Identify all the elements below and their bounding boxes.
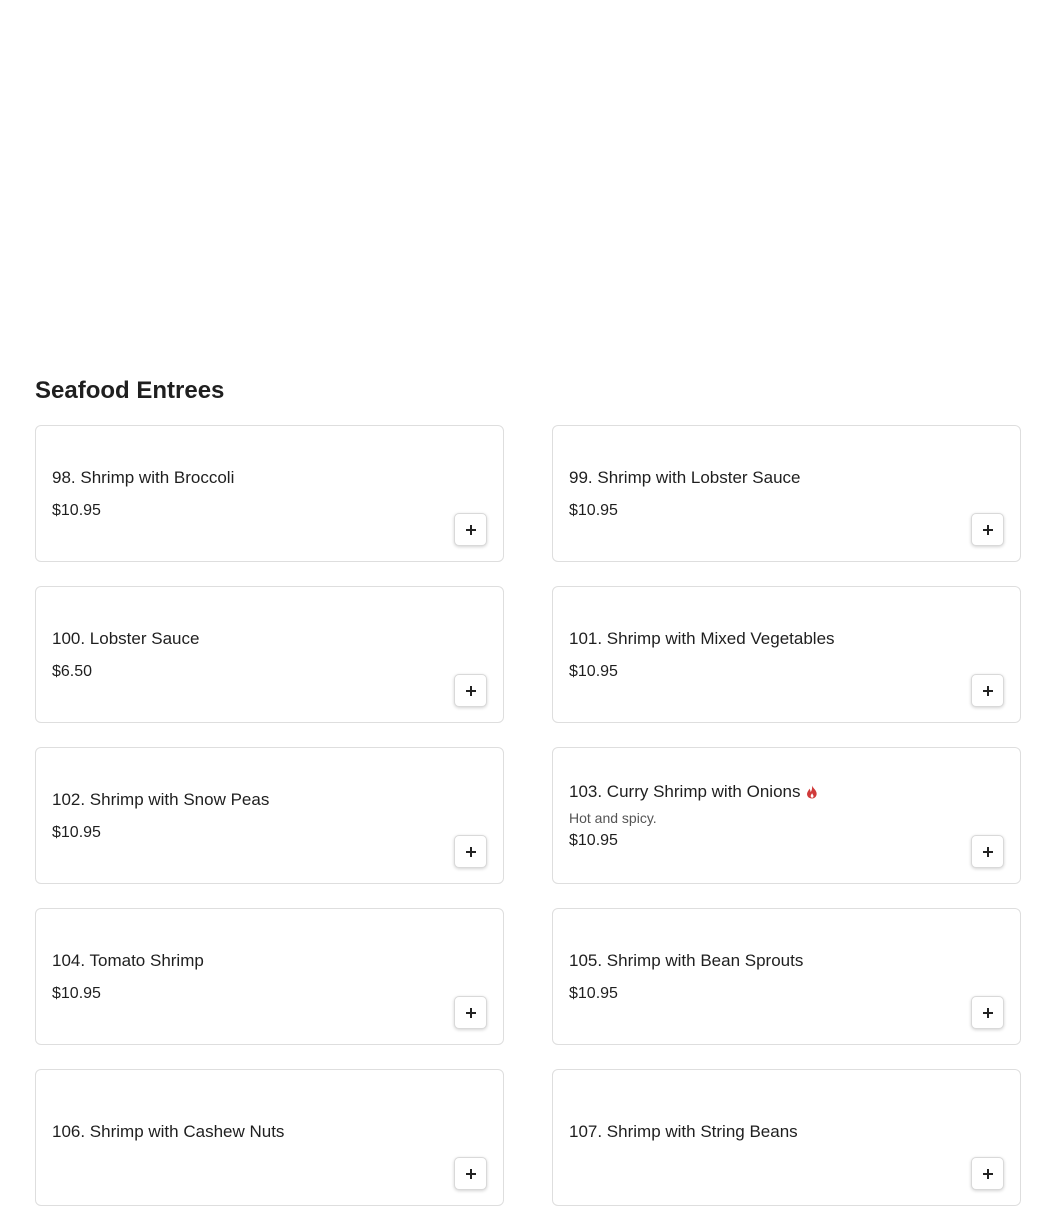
menu-item-price: $10.95: [569, 831, 618, 849]
plus-icon: [982, 685, 993, 696]
menu-item-name-text: 102. Shrimp with Snow Peas: [52, 789, 270, 809]
menu-item-name-text: 98. Shrimp with Broccoli: [52, 467, 235, 487]
add-to-cart-button[interactable]: [454, 674, 487, 707]
menu-item-name-text: 101. Shrimp with Mixed Vegetables: [569, 628, 835, 648]
menu-item-name: 101. Shrimp with Mixed Vegetables: [569, 628, 950, 650]
plus-icon: [982, 1007, 993, 1018]
fire-icon-shape: [807, 785, 818, 798]
menu-item-card[interactable]: 106. Shrimp with Cashew Nuts: [35, 1069, 504, 1206]
add-to-cart-button[interactable]: [971, 513, 1004, 546]
menu-item-name-text: 107. Shrimp with String Beans: [569, 1121, 798, 1141]
menu-item-card[interactable]: 100. Lobster Sauce $6.50: [35, 586, 504, 723]
menu-item-name-text: 106. Shrimp with Cashew Nuts: [52, 1121, 285, 1141]
plus-icon: [465, 846, 476, 857]
menu-item-card[interactable]: 107. Shrimp with String Beans: [552, 1069, 1021, 1206]
menu-item-price: $10.95: [52, 501, 101, 519]
menu-item-name: 105. Shrimp with Bean Sprouts: [569, 950, 950, 972]
menu-item-card[interactable]: 102. Shrimp with Snow Peas $10.95: [35, 747, 504, 884]
plus-icon: [465, 1168, 476, 1179]
add-to-cart-button[interactable]: [971, 835, 1004, 868]
menu-item-price: $10.95: [569, 984, 618, 1002]
menu-item-details: 99. Shrimp with Lobster Sauce $10.95: [569, 426, 950, 561]
menu-item-details: 102. Shrimp with Snow Peas $10.95: [52, 748, 433, 883]
menu-item-price: $10.95: [52, 984, 101, 1002]
add-to-cart-button[interactable]: [971, 1157, 1004, 1190]
menu-item-name: 103. Curry Shrimp with Onions: [569, 781, 950, 803]
menu-item-name: 100. Lobster Sauce: [52, 628, 433, 650]
menu-item-name: 106. Shrimp with Cashew Nuts: [52, 1121, 433, 1143]
menu-item-details: 104. Tomato Shrimp $10.95: [52, 909, 433, 1044]
menu-item-details: 101. Shrimp with Mixed Vegetables $10.95: [569, 587, 950, 722]
menu-item-details: 106. Shrimp with Cashew Nuts: [52, 1070, 433, 1205]
menu-item-grid: 98. Shrimp with Broccoli $10.95 99. Shri…: [35, 425, 1021, 1206]
menu-item-name-text: 105. Shrimp with Bean Sprouts: [569, 950, 804, 970]
menu-item-name-text: 104. Tomato Shrimp: [52, 950, 204, 970]
plus-icon: [465, 524, 476, 535]
menu-item-details: 105. Shrimp with Bean Sprouts $10.95: [569, 909, 950, 1044]
menu-item-name: 98. Shrimp with Broccoli: [52, 467, 433, 489]
menu-item-name-text: 100. Lobster Sauce: [52, 628, 200, 648]
plus-icon: [465, 1007, 476, 1018]
plus-icon: [465, 685, 476, 696]
menu-item-card[interactable]: 99. Shrimp with Lobster Sauce $10.95: [552, 425, 1021, 562]
menu-item-card[interactable]: 101. Shrimp with Mixed Vegetables $10.95: [552, 586, 1021, 723]
plus-icon: [982, 1168, 993, 1179]
menu-item-price: $6.50: [52, 662, 93, 680]
menu-item-card[interactable]: 105. Shrimp with Bean Sprouts $10.95: [552, 908, 1021, 1045]
add-to-cart-button[interactable]: [971, 674, 1004, 707]
menu-item-price: $10.95: [52, 823, 101, 841]
menu-item-card[interactable]: 104. Tomato Shrimp $10.95: [35, 908, 504, 1045]
menu-item-name: 104. Tomato Shrimp: [52, 950, 433, 972]
menu-item-description: Hot and spicy.: [569, 809, 657, 826]
plus-icon: [982, 524, 993, 535]
menu-item-details: 98. Shrimp with Broccoli $10.95: [52, 426, 433, 561]
menu-item-details: 100. Lobster Sauce $6.50: [52, 587, 433, 722]
fire-icon: [807, 785, 818, 798]
menu-item-card[interactable]: 98. Shrimp with Broccoli $10.95: [35, 425, 504, 562]
plus-icon: [982, 846, 993, 857]
section-title: Seafood Entrees: [35, 377, 225, 404]
add-to-cart-button[interactable]: [454, 996, 487, 1029]
add-to-cart-button[interactable]: [454, 835, 487, 868]
menu-item-name: 99. Shrimp with Lobster Sauce: [569, 467, 950, 489]
menu-item-name-text: 99. Shrimp with Lobster Sauce: [569, 467, 801, 487]
add-to-cart-button[interactable]: [971, 996, 1004, 1029]
menu-item-price: $10.95: [569, 501, 618, 519]
menu-item-name-text: 103. Curry Shrimp with Onions: [569, 781, 801, 801]
menu-item-details: 107. Shrimp with String Beans: [569, 1070, 950, 1205]
menu-item-card[interactable]: 103. Curry Shrimp with Onions Hot and sp…: [552, 747, 1021, 884]
menu-item-name: 107. Shrimp with String Beans: [569, 1121, 950, 1143]
menu-item-name: 102. Shrimp with Snow Peas: [52, 789, 433, 811]
menu-item-price: $10.95: [569, 662, 618, 680]
menu-item-details: 103. Curry Shrimp with Onions Hot and sp…: [569, 748, 950, 883]
add-to-cart-button[interactable]: [454, 513, 487, 546]
add-to-cart-button[interactable]: [454, 1157, 487, 1190]
